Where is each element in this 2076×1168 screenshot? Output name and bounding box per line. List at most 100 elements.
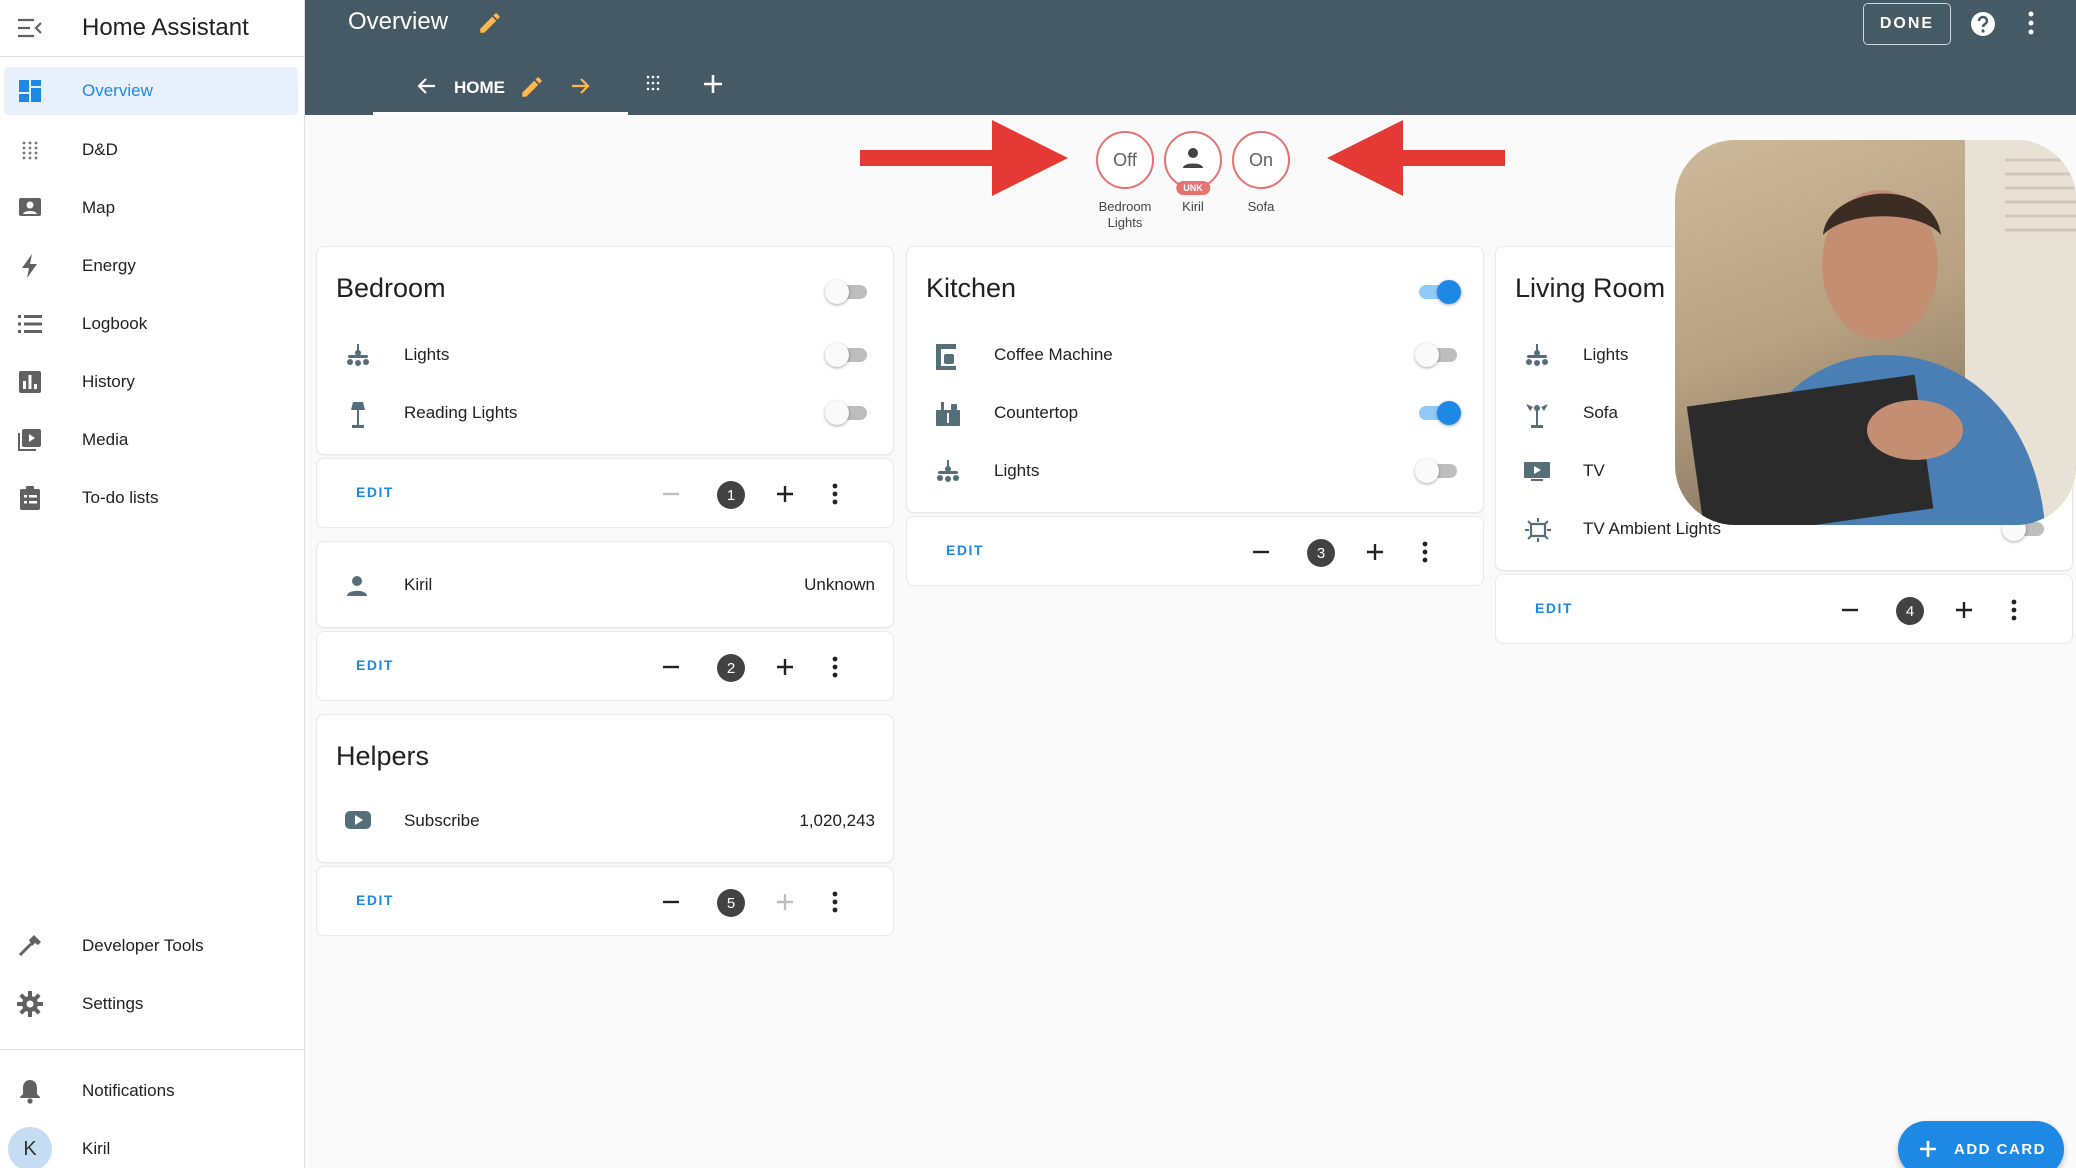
map-person-icon bbox=[4, 196, 56, 220]
tab-home[interactable]: HOME bbox=[373, 64, 628, 115]
led-strip-icon bbox=[1524, 518, 1552, 547]
more-vert-icon[interactable] bbox=[831, 890, 839, 919]
more-vert-icon[interactable] bbox=[2010, 598, 2018, 627]
move-down-minus-icon[interactable] bbox=[1249, 540, 1273, 569]
card-footer-helpers: EDIT 5 bbox=[316, 866, 894, 936]
move-up-plus-icon[interactable] bbox=[773, 482, 797, 511]
bar-chart-icon bbox=[4, 371, 56, 393]
card-position-badge: 4 bbox=[1896, 597, 1924, 625]
edit-button[interactable]: EDIT bbox=[356, 657, 394, 673]
avatar: K bbox=[8, 1127, 52, 1168]
edit-title-pencil-icon[interactable] bbox=[477, 10, 503, 41]
sidebar-item-notifications[interactable]: Notifications bbox=[4, 1067, 298, 1115]
add-card-label: ADD CARD bbox=[1954, 1140, 2046, 1158]
top-app-bar: Overview DONE HOME bbox=[305, 0, 2076, 115]
sidebar-item-profile[interactable]: K Kiril bbox=[4, 1125, 298, 1168]
entity-row[interactable]: Coffee Machine bbox=[907, 333, 1483, 377]
entity-row[interactable]: Subscribe 1,020,243 bbox=[317, 799, 893, 843]
card-footer-kitchen: EDIT 3 bbox=[906, 516, 1484, 586]
badge-tag: UNK bbox=[1176, 181, 1210, 195]
entity-toggle[interactable] bbox=[825, 398, 871, 428]
presenter-video-image bbox=[1686, 140, 2076, 525]
entity-name: Lights bbox=[404, 345, 450, 364]
entity-row[interactable]: Lights bbox=[317, 333, 893, 377]
entity-state: 1,020,243 bbox=[799, 811, 875, 830]
card-title: Bedroom bbox=[336, 273, 446, 303]
sidebar-item-history[interactable]: History bbox=[4, 358, 298, 406]
sidebar-item-todo[interactable]: To-do lists bbox=[4, 474, 298, 522]
red-arrow-right-icon bbox=[860, 120, 1068, 196]
menu-collapse-icon[interactable] bbox=[0, 18, 60, 38]
edit-button[interactable]: EDIT bbox=[946, 542, 984, 558]
move-up-plus-icon[interactable] bbox=[773, 655, 797, 684]
sidebar-item-energy[interactable]: Energy bbox=[4, 242, 298, 290]
entity-row[interactable]: Reading Lights bbox=[317, 391, 893, 435]
entity-toggle[interactable] bbox=[1415, 340, 1461, 370]
entity-name: Kiril bbox=[404, 575, 433, 594]
entity-toggle[interactable] bbox=[1415, 456, 1461, 486]
media-play-icon bbox=[4, 428, 56, 452]
person-icon bbox=[1182, 147, 1204, 174]
sidebar-item-label: Developer Tools bbox=[82, 936, 204, 955]
move-down-minus-icon[interactable] bbox=[1838, 598, 1862, 627]
entity-row[interactable]: Countertop bbox=[907, 391, 1483, 435]
kitchen-master-toggle[interactable] bbox=[1415, 277, 1461, 307]
move-up-plus-icon[interactable] bbox=[773, 890, 797, 919]
more-vert-icon[interactable] bbox=[1421, 540, 1429, 569]
edit-button[interactable]: EDIT bbox=[356, 892, 394, 908]
entity-name: Reading Lights bbox=[404, 403, 518, 422]
sidebar-item-label: Media bbox=[82, 430, 129, 449]
sidebar: Home Assistant Overview D&D Map Energy L… bbox=[0, 0, 305, 1168]
more-vert-icon[interactable] bbox=[2027, 10, 2035, 41]
move-down-minus-icon[interactable] bbox=[659, 890, 683, 919]
floor-lamp-icon bbox=[345, 402, 371, 433]
card-position-badge: 2 bbox=[717, 654, 745, 682]
lightning-icon bbox=[4, 254, 56, 278]
sidebar-item-developer-tools[interactable]: Developer Tools bbox=[4, 922, 298, 970]
sidebar-item-logbook[interactable]: Logbook bbox=[4, 300, 298, 348]
entity-row[interactable]: Lights bbox=[907, 449, 1483, 493]
card-position-badge: 5 bbox=[717, 889, 745, 917]
move-down-minus-icon[interactable] bbox=[659, 655, 683, 684]
plus-icon bbox=[1920, 1141, 1936, 1157]
edit-view-pencil-icon[interactable] bbox=[519, 74, 545, 105]
list-icon bbox=[4, 314, 56, 334]
sidebar-item-media[interactable]: Media bbox=[4, 416, 298, 464]
entity-name: Subscribe bbox=[404, 811, 480, 830]
badge-label: Kiril bbox=[1182, 199, 1204, 214]
sidebar-item-overview[interactable]: Overview bbox=[4, 67, 298, 115]
more-vert-icon[interactable] bbox=[831, 482, 839, 511]
add-view-plus-icon[interactable] bbox=[701, 72, 725, 101]
badge-kiril[interactable]: UNK Kiril bbox=[1158, 131, 1228, 215]
edit-button[interactable]: EDIT bbox=[1535, 600, 1573, 616]
grid-dots-icon[interactable] bbox=[645, 74, 661, 97]
bell-icon bbox=[4, 1078, 56, 1104]
move-down-minus-icon[interactable] bbox=[659, 482, 683, 511]
help-icon[interactable] bbox=[1969, 10, 1997, 43]
sidebar-item-settings[interactable]: Settings bbox=[4, 980, 298, 1028]
move-up-plus-icon[interactable] bbox=[1952, 598, 1976, 627]
move-view-right-arrow-icon[interactable] bbox=[568, 74, 592, 103]
move-up-plus-icon[interactable] bbox=[1363, 540, 1387, 569]
add-card-button[interactable]: ADD CARD bbox=[1898, 1121, 2064, 1168]
sidebar-header: Home Assistant bbox=[0, 0, 304, 57]
entity-row[interactable]: Kiril Unknown bbox=[317, 563, 893, 607]
entity-toggle[interactable] bbox=[1415, 398, 1461, 428]
red-arrow-left-icon bbox=[1327, 120, 1505, 196]
done-button[interactable]: DONE bbox=[1863, 3, 1951, 45]
sidebar-item-map[interactable]: Map bbox=[4, 184, 298, 232]
card-footer-living-room: EDIT 4 bbox=[1495, 574, 2073, 644]
sidebar-item-dnd[interactable]: D&D bbox=[4, 126, 298, 174]
sidebar-item-label: Notifications bbox=[82, 1081, 175, 1100]
badge-bedroom-lights[interactable]: Off Bedroom Lights bbox=[1090, 131, 1160, 231]
card-title: Living Room bbox=[1515, 273, 1666, 303]
badge-sofa[interactable]: On Sofa bbox=[1226, 131, 1296, 215]
sidebar-item-label: To-do lists bbox=[82, 488, 159, 507]
sidebar-item-label: D&D bbox=[82, 140, 118, 159]
bedroom-master-toggle[interactable] bbox=[825, 277, 871, 307]
more-vert-icon[interactable] bbox=[831, 655, 839, 684]
chandelier-icon bbox=[935, 460, 961, 489]
move-view-left-arrow-icon[interactable] bbox=[415, 74, 439, 103]
edit-button[interactable]: EDIT bbox=[356, 484, 394, 500]
entity-toggle[interactable] bbox=[825, 340, 871, 370]
